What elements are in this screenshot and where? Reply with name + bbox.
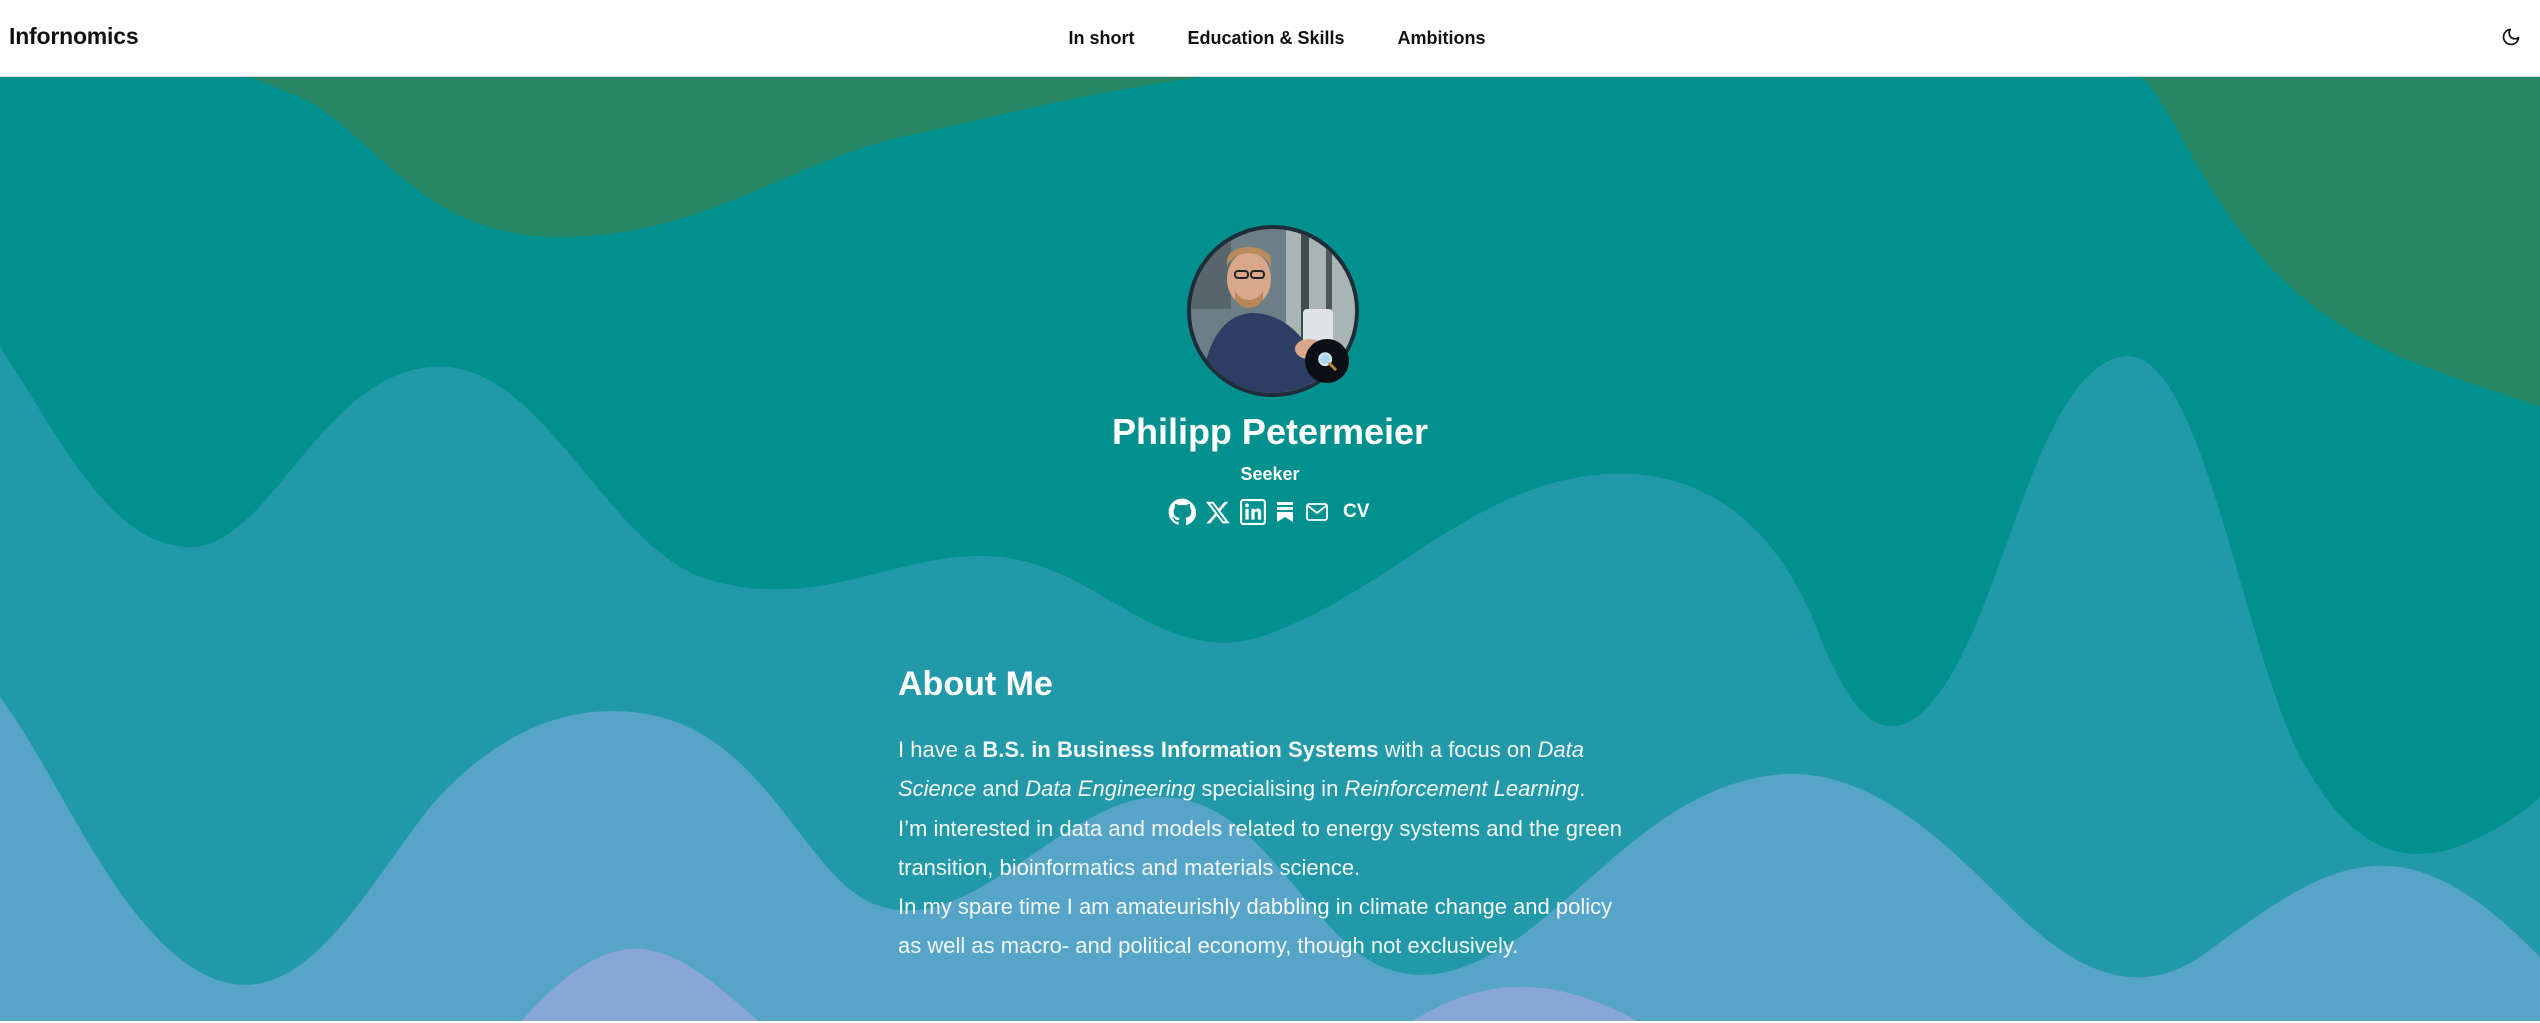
email-link[interactable] [1304, 500, 1330, 524]
mail-icon [1306, 503, 1328, 521]
github-link[interactable] [1168, 498, 1196, 526]
about-paragraph: I have a B.S. in Business Information Sy… [898, 730, 1638, 966]
cv-link[interactable]: CV [1343, 501, 1369, 523]
nav-in-short[interactable]: In short [1068, 28, 1134, 49]
nav-education-skills[interactable]: Education & Skills [1187, 28, 1344, 49]
x-twitter-link[interactable] [1205, 499, 1231, 525]
moon-icon [2502, 28, 2520, 46]
hero-section: Philipp Petermeier Seeker CV About Me I … [0, 77, 2540, 1023]
focus-data-engineering: Data Engineering [1025, 776, 1196, 802]
linkedin-icon [1240, 499, 1266, 525]
avatar-zoom-button[interactable] [1305, 339, 1349, 383]
bookmark-icon [1277, 502, 1293, 522]
about-text: and [976, 776, 1026, 802]
profile-avatar-container [1187, 225, 1359, 397]
about-text: . [1579, 776, 1586, 802]
main-navigation: In short Education & Skills Ambitions [0, 0, 2540, 77]
profile-name: Philipp Petermeier [1111, 411, 1429, 452]
x-twitter-icon [1205, 501, 1230, 524]
interests-text: I’m interested in data and models relate… [898, 815, 1622, 880]
social-links: CV [1168, 497, 1369, 527]
about-heading: About Me [898, 665, 1053, 703]
degree-text: B.S. in Business Information Systems [982, 737, 1379, 762]
linkedin-link[interactable] [1240, 499, 1266, 525]
about-section: About Me I have a B.S. in Business Infor… [898, 665, 1638, 966]
nav-ambitions[interactable]: Ambitions [1398, 28, 1486, 49]
profile-subtitle: Seeker [1240, 464, 1300, 484]
about-text: specialising in [1195, 776, 1345, 802]
spare-time-text: In my spare time I am amateurishly dabbl… [898, 894, 1613, 959]
top-navigation-bar: Infornomics In short Education & Skills … [0, 0, 2540, 77]
github-icon [1168, 498, 1196, 525]
magnifier-icon [1318, 352, 1337, 371]
site-brand-link[interactable]: Infornomics [9, 23, 139, 50]
focus-reinforcement-learning: Reinforcement Learning [1344, 776, 1580, 802]
about-text: I have a [898, 737, 983, 762]
bookmark-link[interactable] [1275, 500, 1295, 524]
theme-toggle-button[interactable] [2496, 22, 2526, 52]
about-text: with a focus on [1378, 737, 1538, 762]
